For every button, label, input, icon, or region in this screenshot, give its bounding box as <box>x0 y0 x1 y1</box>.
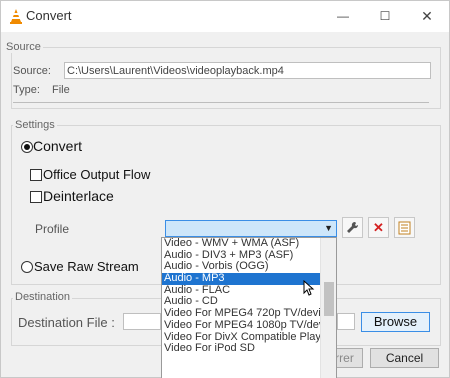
destination-file-field[interactable] <box>123 313 161 330</box>
close-button[interactable]: ✕ <box>415 5 439 27</box>
chevron-down-icon[interactable]: ▼ <box>324 223 333 233</box>
deinterlace-checkbox[interactable] <box>30 191 42 203</box>
profile-option[interactable]: Video For DivX Compatible Player <box>162 332 320 344</box>
source-label: Source: <box>13 65 51 77</box>
source-path-field[interactable]: C:\Users\Laurent\Videos\videoplayback.mp… <box>64 62 431 79</box>
maximize-button[interactable]: ☐ <box>373 5 397 27</box>
save-raw-label: Save Raw Stream <box>34 259 139 274</box>
profile-option[interactable]: Audio - Vorbis (OGG) <box>162 261 320 273</box>
deinterlace-label: Deinterlace <box>43 188 114 204</box>
profile-option[interactable]: Video For iPod SD <box>162 343 320 355</box>
office-output-label: Office Output Flow <box>43 167 151 182</box>
minimize-button[interactable]: — <box>331 5 355 27</box>
profile-options: Video - WMV + WMA (ASF) Audio - DIV3 + M… <box>162 238 320 355</box>
mouse-pointer-icon <box>303 280 315 296</box>
profile-option[interactable]: Audio - DIV3 + MP3 (ASF) <box>162 250 320 262</box>
convert-label: Convert <box>33 138 83 154</box>
new-profile-icon <box>398 221 411 235</box>
profile-option[interactable]: Video For MPEG4 720p TV/device <box>162 308 320 320</box>
scrollbar-thumb[interactable] <box>324 282 334 316</box>
destination-file-label: Destination File : <box>18 315 115 330</box>
profile-label: Profile <box>35 222 70 236</box>
new-profile-button[interactable] <box>394 217 415 238</box>
title-bar: Convert — ☐ ✕ <box>1 1 449 32</box>
destination-group-label: Destination <box>13 291 73 303</box>
save-raw-radio[interactable] <box>21 261 33 273</box>
source-group-label: Source <box>4 41 43 53</box>
cancel-button[interactable]: Cancel <box>370 348 439 368</box>
source-path-value: C:\Users\Laurent\Videos\videoplayback.mp… <box>67 65 284 77</box>
type-label: Type: <box>13 84 40 96</box>
profile-option-selected[interactable]: Audio - MP3 <box>162 273 320 285</box>
delete-profile-button[interactable]: ✕ <box>368 217 389 238</box>
dropdown-scrollbar[interactable] <box>320 238 336 378</box>
window-title: Convert <box>26 8 72 23</box>
profile-dropdown-list[interactable]: Video - WMV + WMA (ASF) Audio - DIV3 + M… <box>161 237 337 378</box>
edit-profile-button[interactable] <box>342 217 363 238</box>
wrench-icon <box>347 221 359 233</box>
vlc-cone-icon <box>10 9 22 24</box>
convert-radio[interactable] <box>21 141 33 153</box>
browse-button[interactable]: Browse <box>361 312 430 332</box>
profile-select[interactable]: ▼ <box>165 220 337 237</box>
profile-option[interactable]: Video - WMV + WMA (ASF) <box>162 238 320 250</box>
profile-option[interactable]: Audio - CD <box>162 296 320 308</box>
office-output-checkbox[interactable] <box>30 169 42 181</box>
profile-option[interactable]: Audio - FLAC <box>162 285 320 297</box>
type-divider <box>13 102 429 103</box>
profile-option[interactable]: Video For MPEG4 1080p TV/device <box>162 320 320 332</box>
type-value: File <box>52 84 70 96</box>
settings-group-label: Settings <box>13 119 57 131</box>
convert-dialog: Convert — ☐ ✕ Source Source: C:\Users\La… <box>0 0 450 378</box>
destination-file-field-end[interactable] <box>337 313 355 330</box>
red-x-icon: ✕ <box>373 220 384 235</box>
